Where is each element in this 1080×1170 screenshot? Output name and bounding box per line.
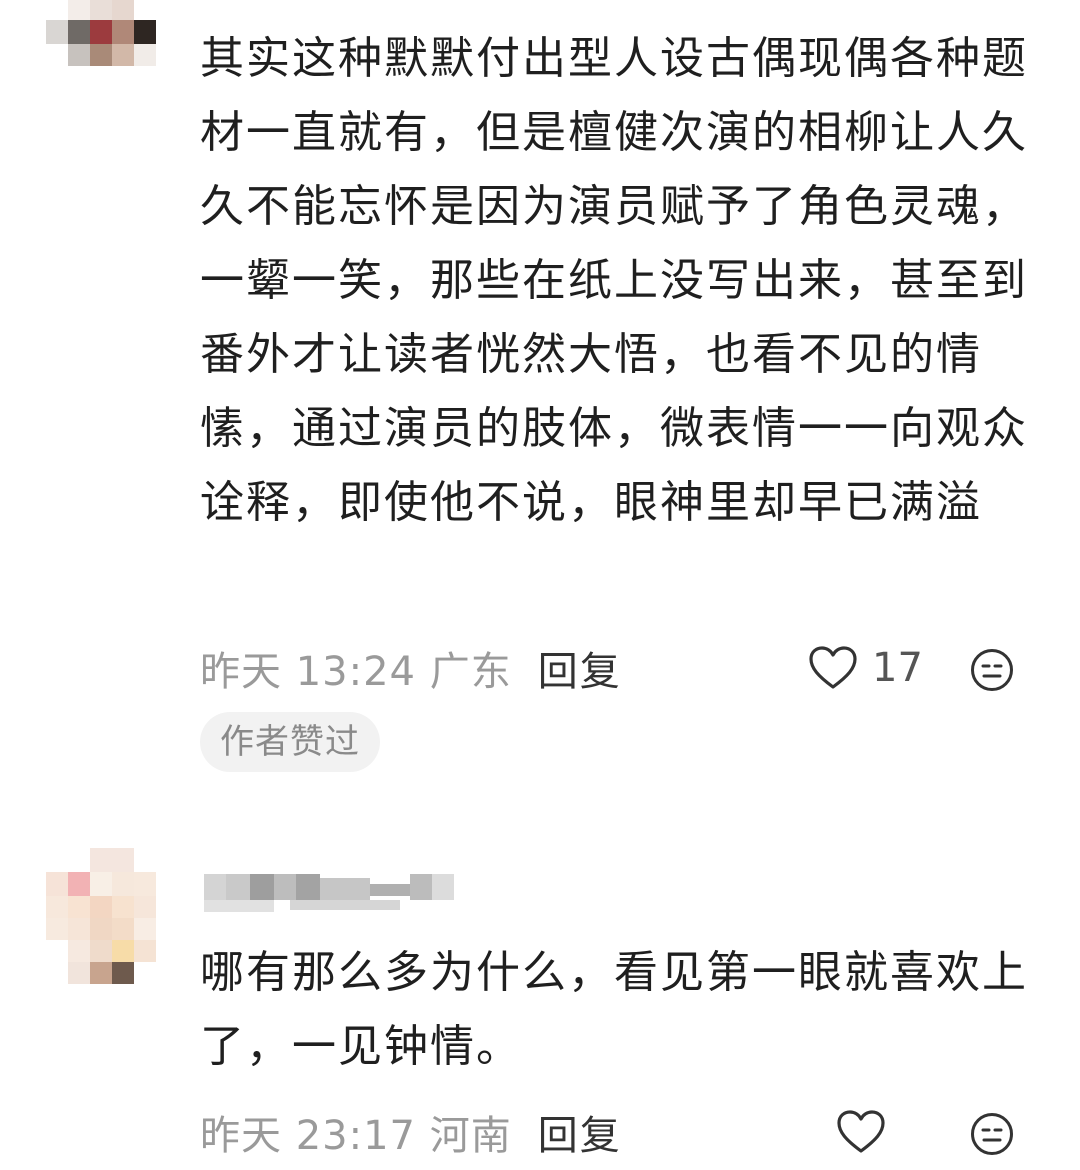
reply-button[interactable]: 回复	[538, 639, 622, 697]
author-liked-badge: 作者赞过	[200, 712, 380, 772]
reply-button[interactable]: 回复	[538, 1103, 622, 1161]
like-button[interactable]	[836, 1102, 900, 1162]
heart-icon	[837, 1110, 885, 1153]
username-redacted[interactable]	[204, 870, 484, 914]
avatar[interactable]	[46, 0, 158, 66]
neutral-face-icon[interactable]	[970, 1112, 1014, 1156]
like-count: 17	[872, 645, 923, 691]
comment-text: 哪有那么多为什么，看见第一眼就喜欢上了，一见钟情。	[200, 947, 1028, 1072]
avatar[interactable]	[46, 848, 158, 986]
comment-text: 其实这种默默付出型人设古偶现偶各种题材一直就有，但是檀健次演的相柳让人久久不能忘…	[200, 33, 1028, 528]
comment-meta: 昨天 23:17 河南 回复	[200, 1102, 622, 1162]
like-button[interactable]: 17	[808, 638, 923, 698]
heart-icon	[809, 646, 857, 689]
comment-time-location: 昨天 13:24 广东	[200, 649, 512, 695]
comment-time-location: 昨天 23:17 河南	[200, 1113, 512, 1159]
comment-meta: 昨天 13:24 广东 回复	[200, 638, 622, 698]
neutral-face-icon[interactable]	[970, 648, 1014, 692]
